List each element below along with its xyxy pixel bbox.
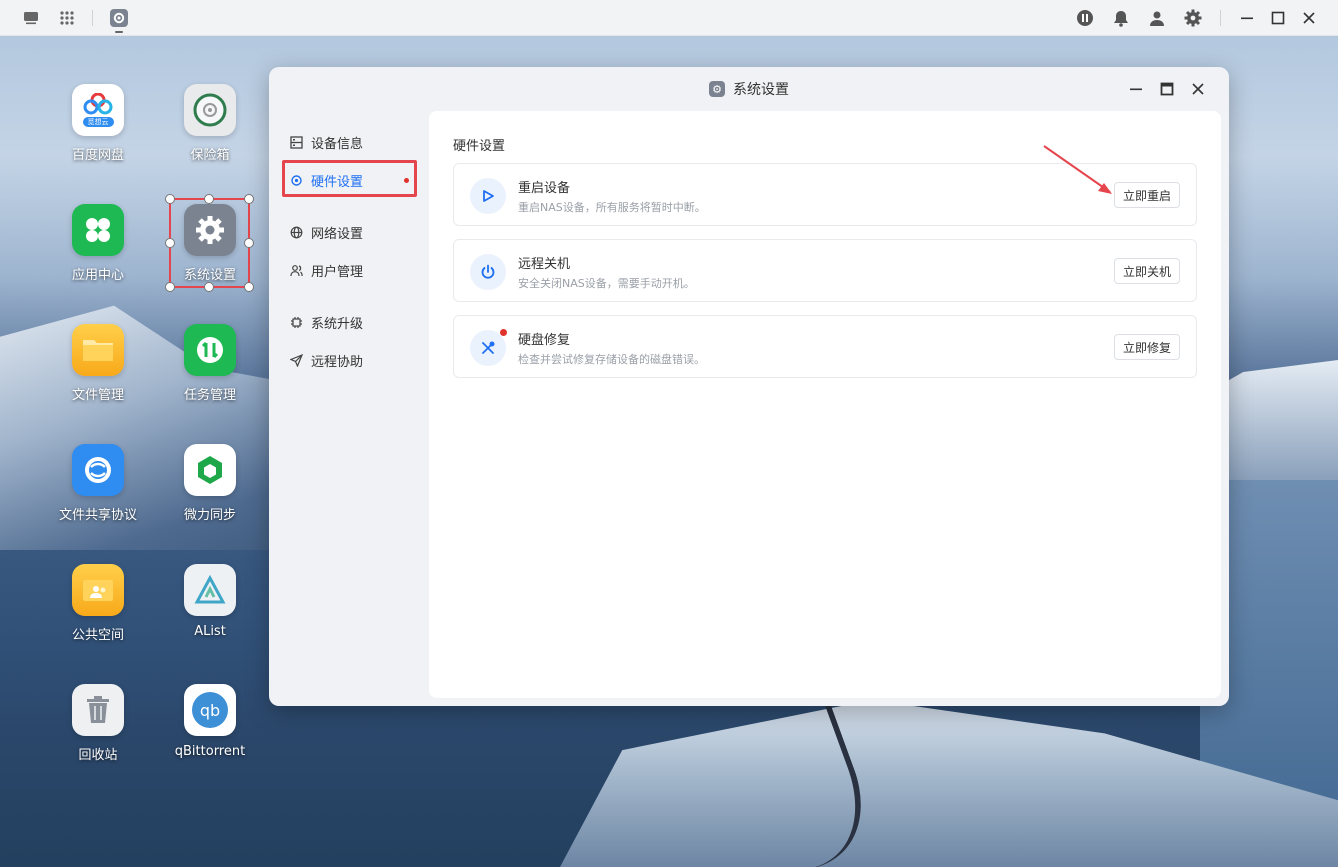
bell-icon[interactable]	[1110, 7, 1132, 29]
card-description: 重启NAS设备，所有服务将暂时中断。	[518, 201, 706, 214]
users-icon	[289, 263, 303, 277]
apps-grid-icon[interactable]	[56, 7, 78, 29]
play-icon	[470, 178, 506, 214]
repair-now-button[interactable]: 立即修复	[1113, 334, 1180, 360]
send-icon	[289, 353, 303, 367]
task-manager-icon	[184, 324, 236, 376]
section-title: 硬件设置	[453, 139, 506, 154]
desktop-icon-appcenter[interactable]: 应用中心	[48, 204, 148, 283]
fn-icon[interactable]	[1074, 7, 1096, 29]
icon-label: 保险箱	[190, 148, 230, 163]
icon-label: 任务管理	[183, 388, 236, 403]
card-description: 安全关闭NAS设备，需要手动开机。	[518, 277, 695, 290]
settings-app-icon[interactable]	[108, 7, 130, 29]
icon-label: 百度网盘	[71, 148, 124, 163]
baidu-icon-badge: 觅想云	[82, 117, 114, 127]
user-icon[interactable]	[1146, 7, 1168, 29]
desktop-icon-qbittorrent[interactable]: qb qBittorrent	[160, 684, 260, 759]
resize-handle[interactable]	[244, 282, 254, 292]
sidebar-item-label: 设备信息	[311, 136, 364, 152]
restart-now-button[interactable]: 立即重启	[1113, 182, 1180, 208]
sidebar-item-remote[interactable]: 远程协助	[281, 341, 421, 379]
window-title: 系统设置	[733, 82, 789, 98]
card-title: 硬盘修复	[518, 333, 571, 348]
public-space-icon	[72, 564, 124, 616]
desktop-icon-share[interactable]: 文件共享协议	[48, 444, 148, 523]
window-minimize-icon[interactable]	[1126, 79, 1146, 99]
sidebar-item-label: 网络设置	[311, 226, 364, 242]
sidebar-item-label: 远程协助	[311, 354, 364, 370]
topbar-divider	[92, 10, 93, 26]
resize-handle[interactable]	[244, 238, 254, 248]
active-app-indicator	[115, 31, 123, 33]
safe-icon	[184, 84, 236, 136]
sidebar-item-device-info[interactable]: 设备信息	[281, 123, 421, 161]
notification-dot	[500, 329, 507, 336]
window-close-icon[interactable]	[1188, 79, 1208, 99]
desktop-icon-safe[interactable]: 保险箱	[160, 84, 260, 163]
resize-handle[interactable]	[244, 194, 254, 204]
power-icon	[470, 254, 506, 290]
sync-icon	[184, 444, 236, 496]
icon-label: qBittorrent	[174, 744, 246, 759]
icon-label: 微力同步	[183, 508, 236, 523]
alist-icon	[184, 564, 236, 616]
sidebar-item-label: 系统升级	[311, 316, 364, 332]
app-center-icon	[72, 204, 124, 256]
qbittorrent-icon: qb	[184, 684, 236, 736]
share-protocol-icon	[72, 444, 124, 496]
maximize-icon[interactable]	[1267, 7, 1289, 29]
resize-handle[interactable]	[165, 238, 175, 248]
icon-label: AList	[194, 624, 226, 639]
icon-label: 应用中心	[71, 268, 124, 283]
resize-handle[interactable]	[204, 194, 214, 204]
window-maximize-icon[interactable]	[1157, 79, 1177, 99]
desktop-icon-alist[interactable]: AList	[160, 564, 260, 639]
desktop-icon-trash[interactable]: 回收站	[48, 684, 148, 763]
minimize-icon[interactable]	[1236, 7, 1258, 29]
device-info-icon	[289, 135, 303, 149]
icon-label: 公共空间	[71, 628, 124, 643]
desktop-icon-public[interactable]: 公共空间	[48, 564, 148, 643]
selection-box	[169, 198, 250, 288]
chip-icon	[289, 315, 303, 329]
baidu-cloud-icon: 觅想云	[72, 84, 124, 136]
icon-label: 文件共享协议	[58, 508, 137, 523]
icon-label: 回收站	[78, 748, 118, 763]
card-description: 检查并尝试修复存储设备的磁盘错误。	[518, 353, 705, 366]
card-shutdown: 远程关机 安全关闭NAS设备，需要手动开机。 立即关机	[453, 239, 1197, 302]
sidebar-item-upgrade[interactable]: 系统升级	[281, 303, 421, 341]
desktop-icon-baidu[interactable]: 觅想云 百度网盘	[48, 84, 148, 163]
globe-icon	[289, 225, 303, 239]
settings-gear-icon: ⚙	[709, 81, 725, 97]
qbittorrent-glyph: qb	[192, 692, 228, 728]
resize-handle[interactable]	[165, 194, 175, 204]
folder-icon	[72, 324, 124, 376]
desktop-icon-sync[interactable]: 微力同步	[160, 444, 260, 523]
desktop-icon-tasks[interactable]: 任务管理	[160, 324, 260, 403]
arrow-annotation	[1043, 145, 1112, 194]
highlight-box	[282, 160, 417, 197]
card-title: 远程关机	[518, 257, 571, 272]
top-bar	[0, 0, 1338, 36]
trash-icon	[72, 684, 124, 736]
gear-icon[interactable]	[1182, 7, 1204, 29]
close-icon[interactable]	[1298, 7, 1320, 29]
sidebar-item-users[interactable]: 用户管理	[281, 251, 421, 289]
card-disk-repair: 硬盘修复 检查并尝试修复存储设备的磁盘错误。 立即修复	[453, 315, 1197, 378]
desktop-icon-files[interactable]: 文件管理	[48, 324, 148, 403]
topbar-divider	[1220, 10, 1221, 26]
card-title: 重启设备	[518, 181, 571, 196]
window-titlebar: ⚙ 系统设置	[269, 67, 1229, 111]
sidebar-item-network[interactable]: 网络设置	[281, 213, 421, 251]
resize-handle[interactable]	[165, 282, 175, 292]
monitor-icon[interactable]	[20, 7, 42, 29]
shutdown-now-button[interactable]: 立即关机	[1113, 258, 1180, 284]
icon-label: 文件管理	[71, 388, 124, 403]
sidebar-item-label: 用户管理	[311, 264, 364, 280]
resize-handle[interactable]	[204, 282, 214, 292]
